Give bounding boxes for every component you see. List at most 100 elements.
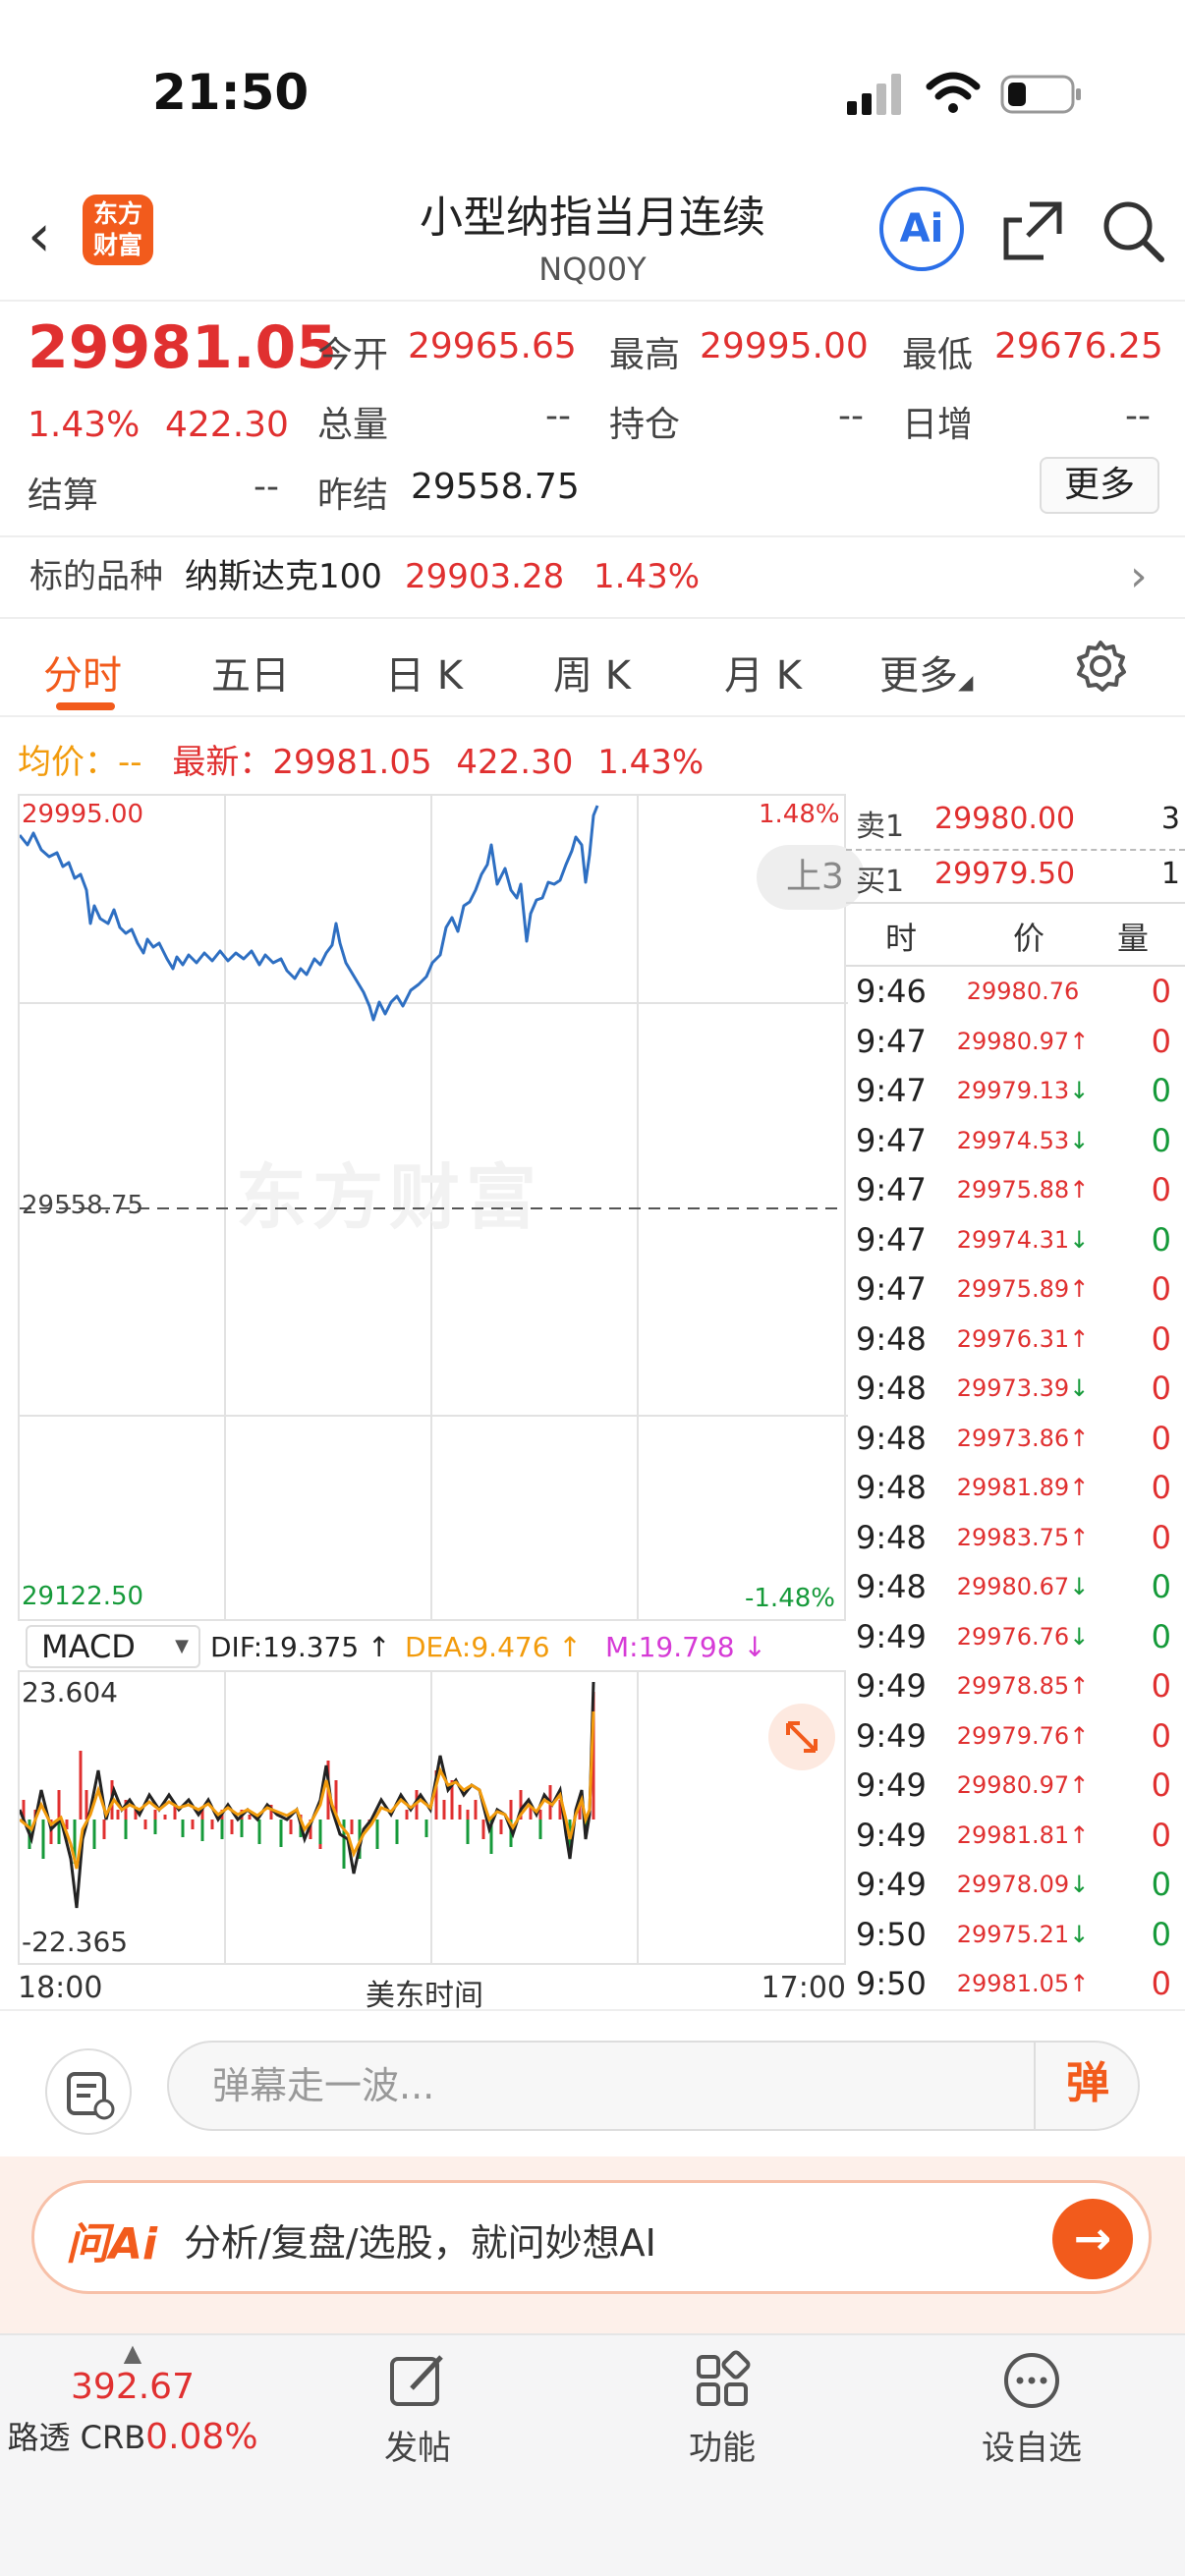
tab-weekly-k[interactable]: 周 K: [553, 644, 631, 700]
tick-row: 9:50 29981.05↑ 0: [846, 1959, 1185, 2009]
tick-qty: 0: [1151, 1965, 1171, 2002]
tick-qty: 0: [1151, 1319, 1171, 1358]
bottom-tabbar: ▲ 392.67 路透 CRB0.08% 发帖 功能 设自选: [0, 2333, 1185, 2576]
tab-five-day[interactable]: 五日: [211, 644, 290, 700]
settle-value: --: [254, 467, 279, 507]
settings-gear-icon[interactable]: [1073, 639, 1128, 694]
expand-button[interactable]: [768, 1704, 835, 1770]
latest-label: 最新：: [172, 743, 273, 782]
tab-more[interactable]: 更多◢: [879, 644, 973, 700]
bid-price: 29979.50: [934, 857, 1076, 891]
danmu-send-button[interactable]: 弹: [1034, 2041, 1140, 2131]
status-bar: 21:50: [0, 0, 1185, 177]
bid-row: 买1 29979.50 1: [856, 857, 1180, 900]
tick-time: 9:49: [856, 1866, 927, 1903]
tick-price: 29979.76↑: [934, 1711, 1111, 1762]
tick-time: 9:47: [856, 1022, 927, 1060]
grid-icon: [697, 2350, 751, 2406]
macd-dea: DEA:9.476 ↑: [405, 1631, 582, 1663]
ai-ask-label: 问Ai: [66, 2219, 158, 2269]
ai-ask-input[interactable]: 问Ai 分析/复盘/选股，就问妙想AI →: [31, 2180, 1152, 2294]
tick-price: 29979.13↓: [934, 1066, 1111, 1116]
bid-label: 买1: [856, 865, 905, 899]
indicator-select[interactable]: MACD ▼: [26, 1625, 200, 1668]
tick-row: 9:46 29980.76 0: [846, 967, 1185, 1017]
pct-max-label: 1.48%: [759, 800, 840, 829]
search-icon[interactable]: [1100, 198, 1165, 263]
tick-row: 9:50 29975.21↓ 0: [846, 1910, 1185, 1960]
tick-price: 29975.88↑: [934, 1165, 1111, 1215]
tick-direction: ↑: [1069, 1275, 1090, 1303]
tick-price-value: 29973.39: [956, 1374, 1070, 1402]
post-tab[interactable]: 发帖: [324, 2349, 511, 2469]
change-pct: 1.43%: [28, 405, 141, 445]
tab-indicator: [56, 702, 115, 710]
tick-direction: ↓: [1069, 1871, 1090, 1898]
volume-label: 总量: [317, 405, 389, 445]
high-value: 29995.00: [700, 326, 869, 366]
tick-direction: ↓: [1069, 1573, 1090, 1600]
tick-price: 29973.86↑: [934, 1414, 1111, 1464]
open-label: 今开: [317, 335, 389, 375]
ai-button[interactable]: Ai: [879, 187, 964, 271]
index-ticker[interactable]: ▲ 392.67 路透 CRB0.08%: [0, 2335, 265, 2458]
daily-inc-value: --: [1125, 396, 1151, 436]
tick-price-value: 29975.88: [956, 1176, 1070, 1204]
tick-time: 9:49: [856, 1617, 927, 1655]
tick-price: 29981.89↑: [934, 1463, 1111, 1513]
tick-time: 9:49: [856, 1667, 927, 1705]
tick-price-value: 29983.75: [956, 1523, 1070, 1551]
tab-monthly-k[interactable]: 月 K: [724, 644, 802, 700]
tick-qty: 0: [1151, 1022, 1171, 1060]
tick-row: 9:47 29974.53↓ 0: [846, 1116, 1185, 1166]
prev-settle-value: 29558.75: [411, 467, 580, 507]
underlying-row[interactable]: 标的品种 纳斯达克100 29903.28 1.43% ›: [0, 535, 1185, 619]
tick-price: 29980.67↓: [934, 1562, 1111, 1612]
tick-row: 9:49 29981.81↑ 0: [846, 1811, 1185, 1861]
danmu-list-button[interactable]: [45, 2048, 132, 2135]
tick-direction: ↓: [1069, 1622, 1090, 1651]
tick-qty: 0: [1151, 1270, 1171, 1308]
func-tab[interactable]: 功能: [629, 2349, 816, 2469]
ai-ask-go-button[interactable]: →: [1052, 2199, 1133, 2279]
y-min-label: 29122.50: [22, 1582, 144, 1611]
tick-qty: 0: [1151, 1816, 1171, 1854]
tick-price-value: 29978.09: [956, 1871, 1070, 1898]
open-value: 29965.65: [408, 326, 577, 366]
ask-price: 29980.00: [934, 802, 1076, 836]
tick-price-value: 29976.76: [956, 1622, 1070, 1651]
more-dots-icon: [1004, 2353, 1059, 2408]
add-watchlist-tab[interactable]: 设自选: [938, 2349, 1125, 2469]
underlying-name: 纳斯达克100: [185, 557, 382, 596]
tick-qty: 0: [1151, 1716, 1171, 1755]
more-button[interactable]: 更多: [1040, 457, 1159, 514]
danmu-input[interactable]: 弹幕走一波...: [167, 2041, 1140, 2131]
tab-daily-k[interactable]: 日 K: [385, 644, 463, 700]
tick-price-value: 29979.76: [956, 1721, 1070, 1750]
tick-qty: 0: [1151, 973, 1171, 1010]
intraday-chart[interactable]: 东方财富 29995.00 29558.75 29122.50 1.48% -1…: [18, 794, 865, 1621]
change-value: 422.30: [165, 405, 289, 445]
macd-dif: DIF:19.375 ↑: [210, 1631, 391, 1663]
tick-price-value: 29981.81: [956, 1820, 1070, 1849]
ticks-list[interactable]: 9:46 29980.76 0 9:47 29980.97↑ 0 9:47 29979.13↓…: [846, 967, 1185, 2008]
tick-qty: 0: [1151, 1220, 1171, 1259]
tick-row: 9:49 29979.76↑ 0: [846, 1711, 1185, 1762]
avg-label: 均价：: [18, 743, 118, 782]
low-value: 29676.25: [994, 326, 1163, 366]
tick-row: 9:49 29976.76↓ 0: [846, 1612, 1185, 1662]
tick-time: 9:50: [856, 1915, 927, 1953]
tick-time: 9:48: [856, 1419, 927, 1457]
tab-intraday[interactable]: 分时: [43, 644, 122, 700]
battery-icon: [1000, 75, 1081, 114]
daily-inc-label: 日增: [902, 405, 974, 445]
share-icon[interactable]: [1000, 198, 1065, 263]
tick-qty: 0: [1151, 1121, 1171, 1159]
expand-icon: [786, 1721, 818, 1753]
tick-price-value: 29975.89: [956, 1275, 1070, 1303]
danmu-list-icon: [67, 2072, 115, 2120]
tick-qty: 0: [1151, 1617, 1171, 1655]
tick-time: 9:47: [856, 1072, 927, 1109]
macd-chart[interactable]: 23.604 -22.365: [18, 1670, 846, 1965]
caret-down-icon: ◢: [958, 670, 974, 694]
